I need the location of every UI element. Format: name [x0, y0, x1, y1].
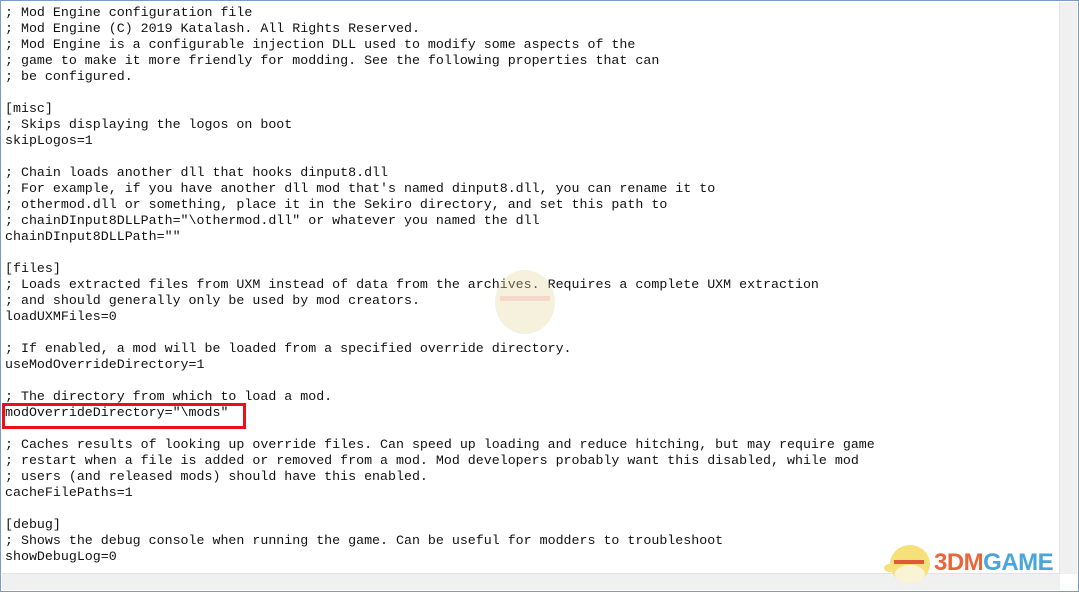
text-line: ; Mod Engine (C) 2019 Katalash. All Righ…	[5, 21, 420, 36]
text-line: ; Mod Engine is a configurable injection…	[5, 37, 636, 52]
mascot-icon	[884, 545, 930, 583]
text-line: ; othermod.dll or something, place it in…	[5, 197, 668, 212]
text-line: [debug]	[5, 517, 61, 532]
text-line: ; Chain loads another dll that hooks din…	[5, 165, 389, 180]
watermark-text-game: GAME	[983, 549, 1054, 576]
text-line: chainDInput8DLLPath=""	[5, 229, 181, 244]
text-line: ; restart when a file is added or remove…	[5, 453, 859, 468]
text-line: cacheFilePaths=1	[5, 485, 133, 500]
text-line	[5, 373, 1057, 389]
site-watermark: 3DMGAME	[882, 540, 1054, 586]
mascot-watermark-icon	[495, 270, 555, 334]
text-line: ; Caches results of looking up override …	[5, 437, 875, 452]
watermark-text-3dm: 3DM	[934, 549, 984, 576]
text-line	[5, 149, 1057, 165]
text-line: ; chainDInput8DLLPath="\othermod.dll" or…	[5, 213, 540, 228]
vertical-scrollbar[interactable]	[1059, 2, 1077, 574]
text-line: [misc]	[5, 101, 53, 116]
text-line: ; game to make it more friendly for modd…	[5, 53, 660, 68]
text-line: ; Mod Engine configuration file	[5, 5, 253, 20]
text-line: skipLogos=1	[5, 133, 93, 148]
text-line: ; users (and released mods) should have …	[5, 469, 428, 484]
text-line	[5, 501, 1057, 517]
text-line: ; For example, if you have another dll m…	[5, 181, 716, 196]
text-line: ; If enabled, a mod will be loaded from …	[5, 341, 572, 356]
text-line: ; Skips displaying the logos on boot	[5, 117, 293, 132]
text-line	[5, 85, 1057, 101]
highlight-box	[2, 403, 246, 429]
text-line: ; be configured.	[5, 69, 133, 84]
text-line: useModOverrideDirectory=1	[5, 357, 205, 372]
